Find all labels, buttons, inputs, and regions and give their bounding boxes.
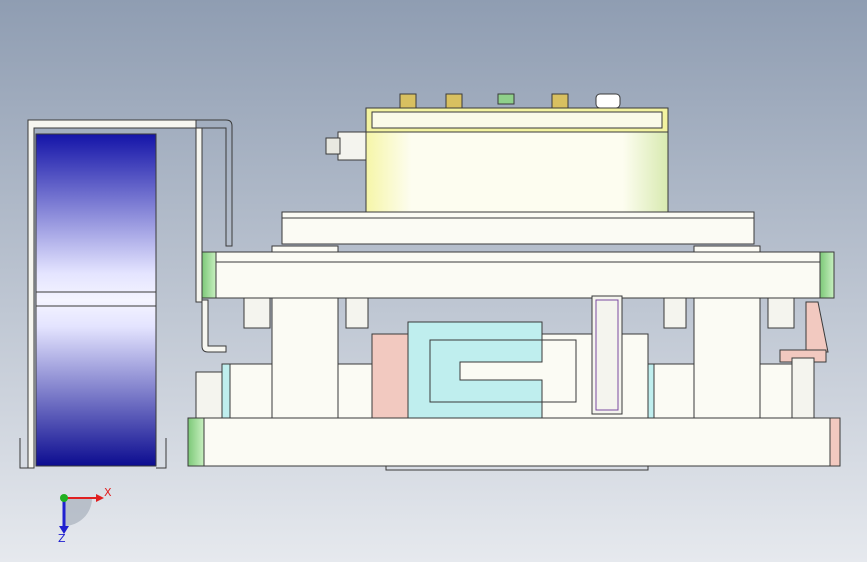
left-guide-2	[345, 297, 369, 329]
cylinder-actuator[interactable]	[325, 93, 669, 213]
base-left-block	[195, 371, 223, 419]
brass-fitting-2	[445, 93, 463, 109]
green-fitting	[497, 93, 515, 105]
top-plate-body	[281, 211, 755, 245]
center-pink-block	[371, 333, 409, 419]
z-axis-label: Z	[58, 532, 66, 545]
left-guide	[243, 297, 271, 329]
sensor-fitting	[595, 93, 621, 109]
cross-beam-end-left	[201, 251, 217, 299]
cad-viewport[interactable]: X Z	[0, 0, 867, 562]
cross-beam[interactable]	[201, 251, 835, 299]
base-plate-body	[187, 417, 839, 467]
air-fitting	[337, 131, 367, 161]
cross-beam-body	[201, 251, 835, 299]
left-post-lower-face	[221, 363, 231, 419]
base-plate-end-right	[829, 417, 841, 467]
base-plate-end-left	[187, 417, 205, 467]
top-plate[interactable]	[281, 211, 755, 245]
right-switch-body	[791, 357, 815, 419]
brass-fitting-1	[399, 93, 417, 109]
cross-beam-end-right	[819, 251, 835, 299]
y-axis-dot	[60, 494, 68, 502]
right-guide-2	[767, 297, 795, 329]
cylinder-body	[365, 131, 669, 213]
x-axis-label: X	[104, 486, 112, 499]
blue-roller	[35, 133, 157, 467]
right-guide	[663, 297, 687, 329]
air-fitting-nut	[325, 137, 341, 155]
brass-fitting-3	[551, 93, 569, 109]
cylinder-cap-face	[371, 111, 663, 129]
